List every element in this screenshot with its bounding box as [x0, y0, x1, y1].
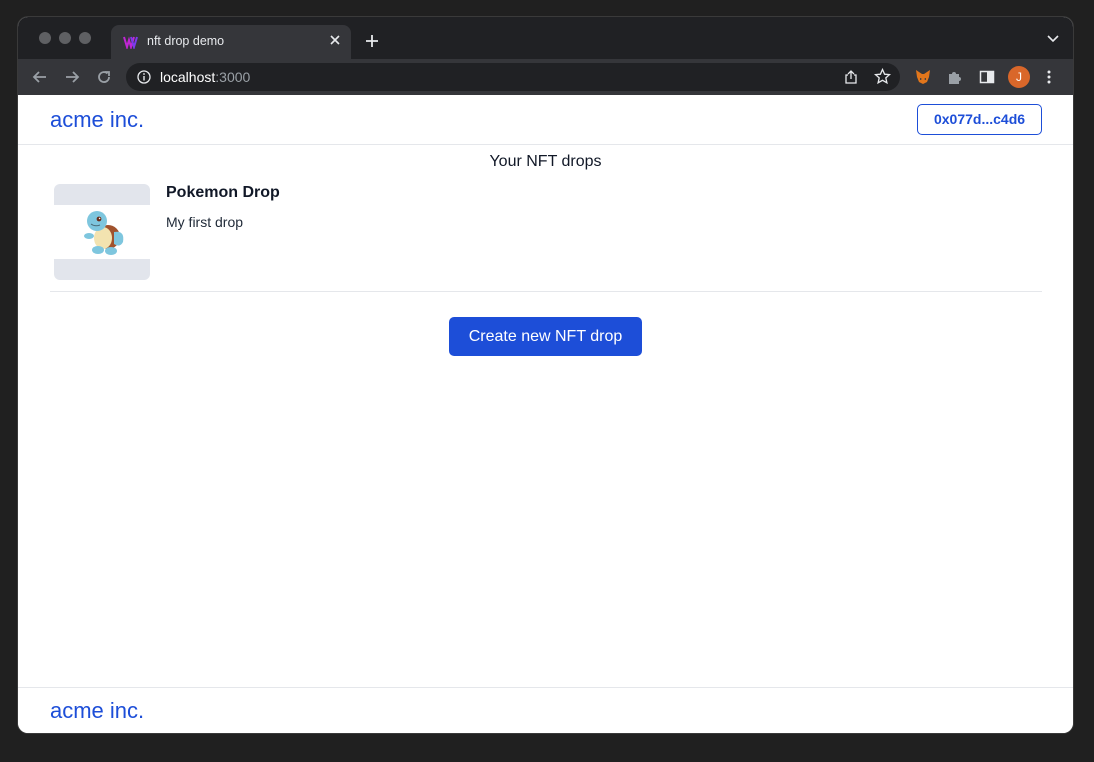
wallet-address-button[interactable]: 0x077d...c4d6	[917, 104, 1042, 135]
tab-title: nft drop demo	[147, 34, 225, 48]
address-bar[interactable]: localhost:3000	[126, 63, 900, 91]
web-page: acme inc. 0x077d...c4d6 Your NFT drops P…	[18, 95, 1073, 733]
forward-arrow-icon[interactable]	[63, 68, 81, 86]
browser-window: nft drop demo localhost:3000 J acme inc.…	[18, 17, 1073, 733]
close-tab-icon[interactable]	[327, 32, 343, 48]
maximize-window-button[interactable]	[79, 32, 91, 44]
site-info-icon[interactable]	[137, 70, 151, 84]
side-panel-icon[interactable]	[978, 68, 996, 86]
browser-toolbar: localhost:3000 J	[18, 59, 1073, 95]
reload-icon[interactable]	[95, 68, 113, 86]
url-host: localhost	[160, 69, 216, 85]
site-header: acme inc. 0x077d...c4d6	[18, 95, 1073, 145]
new-tab-icon[interactable]	[364, 33, 380, 49]
squirtle-image	[84, 211, 124, 255]
back-arrow-icon[interactable]	[31, 68, 49, 86]
create-nft-drop-button[interactable]: Create new NFT drop	[449, 317, 642, 356]
profile-avatar[interactable]: J	[1008, 66, 1030, 88]
tab-strip: nft drop demo	[18, 17, 1073, 59]
metamask-fox-icon[interactable]	[914, 68, 932, 86]
more-menu-icon[interactable]	[1046, 69, 1052, 85]
drop-description: My first drop	[166, 214, 244, 230]
drop-thumbnail	[54, 184, 150, 280]
favicon-icon	[123, 36, 138, 49]
site-footer: acme inc.	[18, 687, 1073, 733]
minimize-window-button[interactable]	[59, 32, 71, 44]
browser-tab[interactable]: nft drop demo	[111, 25, 351, 59]
url-port: :3000	[215, 69, 251, 85]
share-icon[interactable]	[843, 69, 859, 85]
extensions-puzzle-icon[interactable]	[946, 68, 964, 86]
drop-name: Pokemon Drop	[166, 184, 280, 201]
brand-logo[interactable]: acme inc.	[50, 107, 144, 133]
close-window-button[interactable]	[39, 32, 51, 44]
tab-search-chevron-icon[interactable]	[1047, 35, 1059, 43]
drop-list-item[interactable]: Pokemon Drop My first drop	[50, 183, 1042, 292]
section-title: Your NFT drops	[489, 153, 602, 170]
bookmark-star-icon[interactable]	[874, 68, 891, 85]
footer-brand-logo[interactable]: acme inc.	[50, 698, 144, 724]
url-text: localhost:3000	[160, 69, 250, 85]
